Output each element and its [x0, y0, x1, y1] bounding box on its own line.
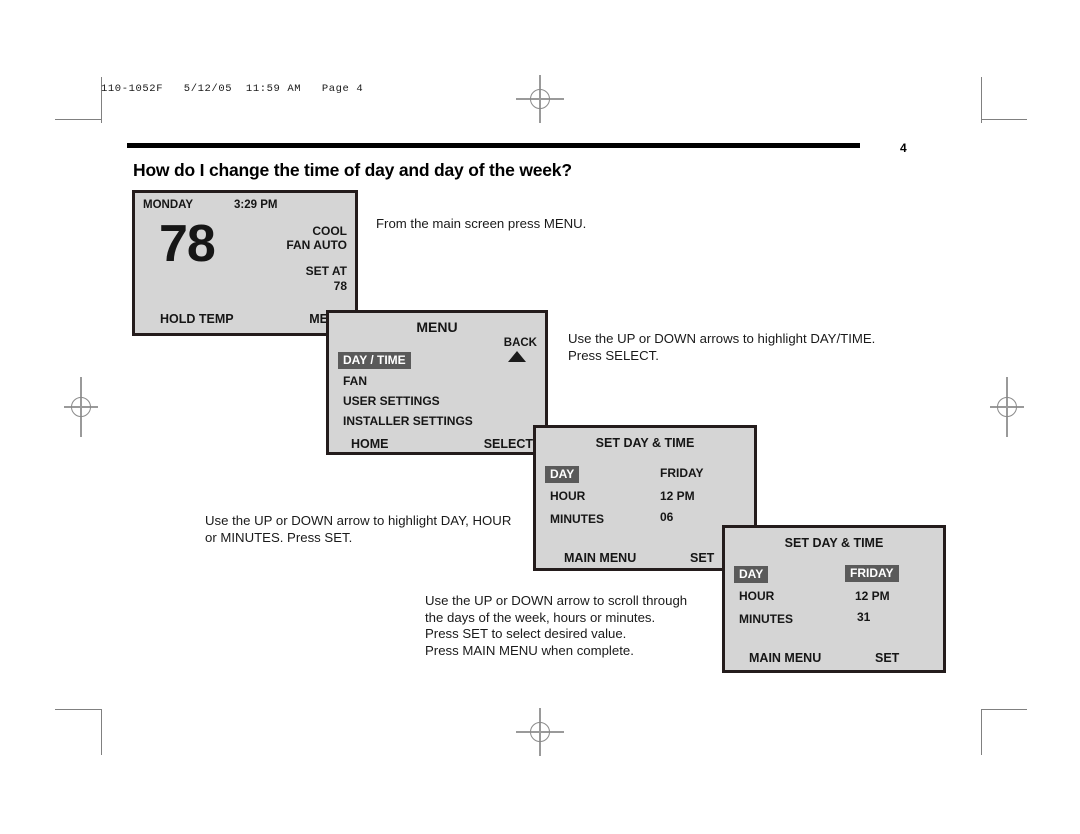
registration-mark-top	[516, 75, 564, 123]
main-screen-day-label: MONDAY	[143, 199, 194, 211]
set-day-time-1-row-minutes-label[interactable]: MINUTES	[550, 512, 604, 526]
menu-item-day-time-label: DAY / TIME	[338, 352, 411, 369]
set-day-time-1-title: SET DAY & TIME	[595, 436, 695, 450]
main-screen-set-at-label: SET AT	[305, 264, 347, 278]
set-day-time-2-row-day-label[interactable]: DAY	[734, 566, 769, 583]
instruction-step-4: Use the UP or DOWN arrow to scroll throu…	[425, 593, 688, 658]
up-arrow-icon[interactable]	[508, 351, 526, 362]
instruction-step-3: Use the UP or DOWN arrow to highlight DA…	[205, 513, 512, 545]
registration-mark-circle	[530, 89, 550, 109]
menu-screen-back-label[interactable]: BACK	[504, 337, 537, 349]
crop-mark-top-right-h	[981, 119, 1027, 120]
crop-mark-top-left-h	[55, 119, 101, 120]
set-day-time-1-main-menu-button[interactable]: MAIN MENU	[564, 551, 636, 565]
set-day-time-2-row-hour-label[interactable]: HOUR	[739, 589, 774, 603]
registration-mark-right	[983, 377, 1031, 437]
set-day-time-1-row-day-value: FRIDAY	[660, 466, 704, 480]
menu-item-fan[interactable]: FAN	[343, 374, 367, 388]
thermostat-main-screen: MONDAY 3:29 PM 78 COOL FAN AUTO SET AT 7…	[132, 190, 358, 336]
set-day-time-2-day-value-text: FRIDAY	[845, 565, 899, 582]
main-screen-time-label: 3:29 PM	[234, 199, 278, 211]
set-day-time-2-title: SET DAY & TIME	[784, 536, 884, 550]
header-rule	[127, 143, 860, 148]
registration-mark-circle	[997, 397, 1017, 417]
set-day-time-1-day-label-text: DAY	[545, 466, 580, 483]
set-day-time-1-row-minutes-value: 06	[660, 510, 674, 524]
page-number: 4	[900, 141, 907, 155]
set-day-time-2-main-menu-button[interactable]: MAIN MENU	[749, 651, 821, 665]
main-screen-fan-label: FAN AUTO	[286, 238, 347, 252]
menu-item-day-time[interactable]: DAY / TIME	[338, 352, 411, 369]
crop-mark-top-right-v	[981, 77, 982, 123]
set-day-time-2-day-label-text: DAY	[734, 566, 769, 583]
main-screen-mode-label: COOL	[312, 224, 347, 238]
set-day-time-2-row-minutes-label[interactable]: MINUTES	[739, 612, 793, 626]
registration-mark-circle	[530, 722, 550, 742]
crop-mark-bottom-left-v	[101, 709, 102, 755]
main-screen-hold-temp-button[interactable]: HOLD TEMP	[160, 312, 234, 326]
menu-screen-title: MENU	[416, 319, 458, 335]
set-day-time-1-row-day-label[interactable]: DAY	[545, 466, 580, 483]
crop-mark-bottom-left-h	[55, 709, 101, 710]
crop-mark-bottom-right-v	[981, 709, 982, 755]
set-day-time-2-row-minutes-value: 31	[857, 610, 871, 624]
instruction-step-2: Use the UP or DOWN arrows to highlight D…	[568, 331, 876, 363]
menu-screen-home-button[interactable]: HOME	[351, 437, 389, 451]
crop-mark-bottom-right-h	[981, 709, 1027, 710]
set-day-time-1-row-hour-label[interactable]: HOUR	[550, 489, 585, 503]
file-stamp: 110-1052F 5/12/05 11:59 AM Page 4	[101, 83, 364, 95]
main-screen-temperature: 78	[159, 215, 216, 273]
main-screen-set-at-value: 78	[333, 279, 347, 293]
registration-mark-left	[57, 377, 105, 437]
set-day-time-2-row-hour-value: 12 PM	[855, 589, 890, 603]
set-day-time-screen-2: SET DAY & TIME DAY HOUR MINUTES FRIDAY 1…	[722, 525, 946, 673]
page-title: How do I change the time of day and day …	[133, 160, 572, 180]
set-day-time-2-set-button[interactable]: SET	[875, 651, 899, 665]
menu-screen-select-button[interactable]: SELECT	[484, 437, 533, 451]
set-day-time-2-row-day-value[interactable]: FRIDAY	[845, 565, 899, 582]
set-day-time-1-row-hour-value: 12 PM	[660, 489, 695, 503]
set-day-time-1-set-button[interactable]: SET	[690, 551, 714, 565]
menu-item-installer-settings[interactable]: INSTALLER SETTINGS	[343, 414, 473, 428]
registration-mark-bottom	[516, 708, 564, 756]
instruction-step-1: From the main screen press MENU.	[376, 216, 587, 231]
registration-mark-circle	[71, 397, 91, 417]
manual-page: 110-1052F 5/12/05 11:59 AM Page 4 4 How …	[0, 0, 1080, 834]
menu-item-user-settings[interactable]: USER SETTINGS	[343, 394, 440, 408]
thermostat-menu-screen: MENU BACK DAY / TIME FAN USER SETTINGS I…	[326, 310, 548, 455]
